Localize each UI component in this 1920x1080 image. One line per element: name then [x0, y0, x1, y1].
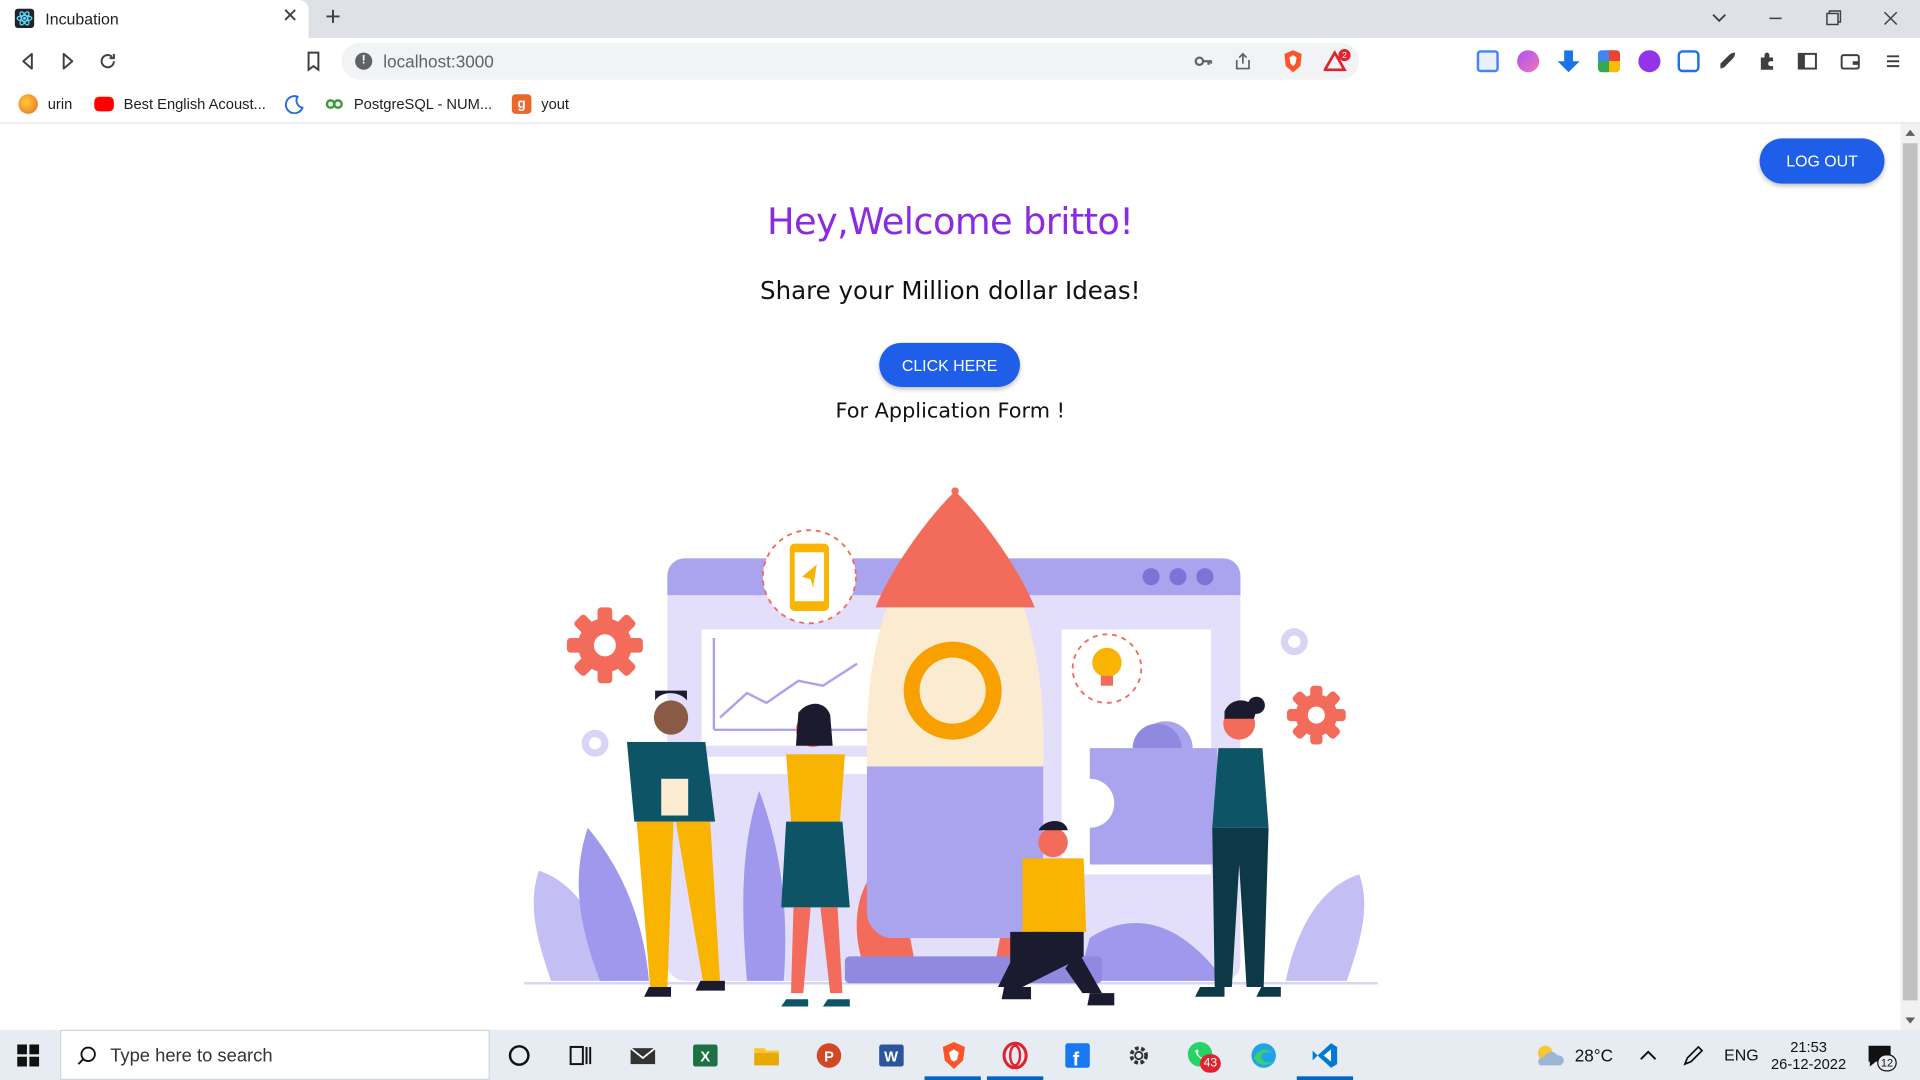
windows-taskbar: Type here to search X P W f 43 28°C ENG … — [0, 1029, 1920, 1080]
notification-center-icon[interactable]: 12 — [1864, 1040, 1897, 1072]
back-icon[interactable] — [16, 49, 40, 73]
ext-color-icon[interactable] — [1517, 50, 1540, 73]
subtitle-text: Share your Million dollar Ideas! — [760, 275, 1141, 305]
ext-screen-icon[interactable] — [1677, 50, 1700, 73]
brave-icon[interactable] — [938, 1040, 970, 1072]
restore-icon[interactable] — [1818, 5, 1847, 32]
settings-icon[interactable] — [1123, 1040, 1155, 1072]
search-placeholder: Type here to search — [110, 1045, 273, 1067]
tab-incubation[interactable]: Incubation ✕ — [0, 0, 309, 38]
menu-icon[interactable] — [1882, 50, 1904, 72]
wallet-icon[interactable] — [1839, 50, 1861, 72]
weather-widget[interactable]: 28°C — [1533, 1030, 1613, 1080]
edge-icon[interactable] — [1248, 1040, 1280, 1072]
file-explorer-icon[interactable] — [751, 1040, 783, 1072]
pen-icon[interactable] — [1678, 1040, 1710, 1072]
brave-rewards-icon[interactable]: 2 — [1323, 48, 1351, 73]
windows-start-icon[interactable] — [17, 1044, 40, 1067]
bookmark-youtube[interactable]: Best English Acoust... — [94, 92, 266, 116]
page-scrollbar[interactable] — [1900, 123, 1920, 1030]
bookmark-icon[interactable] — [301, 49, 325, 73]
extensions-icon[interactable] — [1757, 50, 1779, 72]
bookmark-moon[interactable] — [284, 92, 313, 116]
mail-icon[interactable] — [627, 1040, 659, 1072]
facebook-icon[interactable]: f — [1062, 1040, 1094, 1072]
bookmark-label: urin — [47, 95, 73, 113]
rocket-icon[interactable] — [1717, 50, 1739, 72]
search-icon — [77, 1046, 96, 1065]
bookmark-label: PostgreSQL - NUM... — [353, 95, 493, 113]
tab-search-icon[interactable] — [1705, 5, 1734, 32]
tab-strip: Incubation ✕ + — [0, 0, 1920, 38]
word-icon[interactable]: W — [876, 1040, 908, 1072]
key-icon[interactable] — [1194, 53, 1214, 70]
brave-active-indicator — [924, 1076, 981, 1080]
brave-shield-icon[interactable] — [1282, 49, 1304, 73]
close-window-icon[interactable] — [1876, 5, 1905, 32]
new-tab-button[interactable]: + — [320, 3, 347, 32]
language-indicator[interactable]: ENG — [1724, 1030, 1758, 1080]
close-tab-icon[interactable]: ✕ — [279, 6, 301, 28]
browser-toolbar: ! localhost:3000 2 — [0, 37, 1920, 85]
ext-download-icon[interactable] — [1557, 50, 1580, 73]
vscode-active-indicator — [1296, 1076, 1354, 1080]
cloud-icon — [1537, 1045, 1564, 1065]
minimize-icon[interactable] — [1761, 5, 1790, 32]
opera-icon[interactable] — [999, 1040, 1031, 1072]
bookmark-label: yout — [541, 95, 570, 113]
vscode-icon[interactable] — [1309, 1040, 1341, 1072]
cortana-icon[interactable] — [503, 1040, 535, 1072]
chevron-up-icon[interactable] — [1632, 1040, 1664, 1072]
bookmarks-bar: urin Best English Acoust... PostgreSQL -… — [0, 84, 1920, 124]
time-text: 21:53 — [1790, 1037, 1827, 1055]
svg-text:X: X — [700, 1050, 710, 1066]
scrollbar-thumb[interactable] — [1902, 143, 1918, 1001]
forward-icon[interactable] — [55, 49, 79, 73]
ext-doc-icon[interactable] — [1476, 50, 1499, 73]
powerpoint-icon[interactable]: P — [813, 1040, 845, 1072]
svg-text:f: f — [1073, 1048, 1080, 1070]
language-text: ENG — [1724, 1045, 1759, 1065]
temperature-text: 28°C — [1574, 1045, 1614, 1065]
address-bar[interactable]: ! localhost:3000 2 — [341, 42, 1360, 80]
whatsapp-badge: 43 — [1200, 1054, 1221, 1073]
g-icon: g — [511, 94, 532, 114]
application-form-text: For Application Form ! — [835, 399, 1065, 424]
youtube-icon — [94, 96, 114, 112]
bookmark-yout[interactable]: g yout — [511, 92, 570, 116]
excel-icon[interactable]: X — [689, 1040, 721, 1072]
ext-purple-icon[interactable] — [1638, 50, 1661, 73]
notification-count: 12 — [1877, 1054, 1897, 1072]
reload-icon[interactable] — [96, 49, 120, 73]
scroll-down-icon[interactable] — [1905, 1017, 1916, 1024]
date-text: 26-12-2022 — [1770, 1054, 1847, 1073]
scroll-up-icon[interactable] — [1905, 129, 1916, 136]
taskbar-search[interactable]: Type here to search — [60, 1029, 490, 1080]
link-icon — [325, 99, 343, 109]
bookmark-label: Best English Acoust... — [123, 95, 266, 113]
welcome-heading: Hey,Welcome britto! — [767, 200, 1134, 244]
logout-button[interactable]: LOG OUT — [1759, 138, 1885, 184]
rewards-count: 2 — [1342, 50, 1347, 60]
firefox-icon — [18, 94, 38, 114]
site-info-icon[interactable]: ! — [355, 52, 373, 70]
svg-text:W: W — [884, 1050, 898, 1066]
clock[interactable]: 21:53 26-12-2022 — [1768, 1030, 1849, 1080]
task-view-icon[interactable] — [564, 1040, 596, 1072]
react-icon — [14, 8, 35, 29]
opera-active-indicator — [986, 1076, 1044, 1080]
url-text[interactable]: localhost:3000 — [383, 51, 494, 71]
share-icon[interactable] — [1233, 51, 1253, 71]
moon-icon — [284, 95, 304, 114]
whatsapp-icon[interactable]: 43 — [1185, 1040, 1221, 1073]
sidebar-icon[interactable] — [1796, 50, 1818, 72]
bookmark-postgresql[interactable]: PostgreSQL - NUM... — [324, 92, 492, 116]
svg-text:P: P — [824, 1050, 834, 1066]
startup-rocket-illustration — [524, 487, 1378, 1007]
tab-title: Incubation — [45, 9, 119, 29]
click-here-button[interactable]: CLICK HERE — [879, 342, 1021, 387]
ext-grid-icon[interactable] — [1597, 50, 1621, 73]
page-content: LOG OUT Hey,Welcome britto! Share your M… — [0, 123, 1901, 1030]
bookmark-urin[interactable]: urin — [18, 92, 72, 116]
